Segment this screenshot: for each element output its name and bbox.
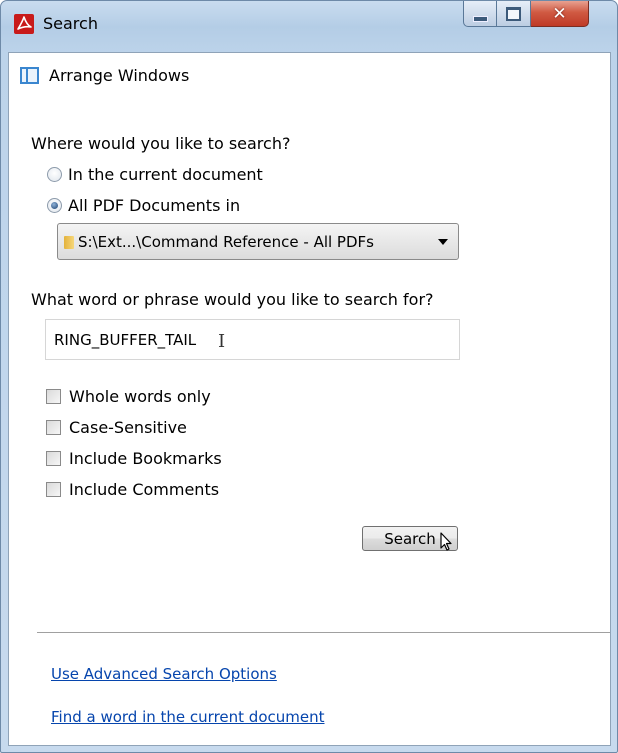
dialog-body: Arrange Windows Where would you like to … [8,52,611,746]
radio-all-pdf-documents[interactable] [47,198,62,213]
search-window: Search ✕ Arrange Windows Where would you… [0,0,618,753]
arrange-windows-icon[interactable] [20,67,39,84]
dropdown-arrow-icon [438,239,448,245]
maximize-button[interactable] [497,1,531,27]
folder-icon [64,236,74,249]
section-divider [37,632,610,633]
caption-buttons: ✕ [463,1,589,27]
advanced-search-link[interactable]: Use Advanced Search Options [51,665,277,683]
arrange-windows-label[interactable]: Arrange Windows [49,66,189,85]
acrobat-icon [14,14,34,34]
search-phrase-input[interactable] [45,319,460,360]
minimize-button[interactable] [463,1,497,27]
checkbox-include-comments-label[interactable]: Include Comments [69,480,219,499]
radio-current-document[interactable] [47,167,62,182]
close-button[interactable]: ✕ [531,1,589,27]
close-icon: ✕ [552,3,567,24]
checkbox-whole-words-label[interactable]: Whole words only [69,387,211,406]
checkbox-case-sensitive[interactable] [46,420,61,435]
title-bar[interactable]: Search ✕ [1,1,617,45]
checkbox-include-bookmarks[interactable] [46,451,61,466]
find-word-link[interactable]: Find a word in the current document [51,708,325,726]
window-title: Search [43,14,98,33]
maximize-icon [506,6,521,21]
mouse-pointer-icon [440,532,452,551]
radio-current-document-label[interactable]: In the current document [68,165,263,184]
checkbox-include-comments[interactable] [46,482,61,497]
phrase-question: What word or phrase would you like to se… [31,290,434,309]
minimize-icon [472,15,488,22]
checkbox-include-bookmarks-label[interactable]: Include Bookmarks [69,449,222,468]
where-question: Where would you like to search? [31,134,291,153]
location-dropdown[interactable]: S:\Ext...\Command Reference - All PDFs [57,223,459,260]
checkbox-case-sensitive-label[interactable]: Case-Sensitive [69,418,187,437]
checkbox-whole-words[interactable] [46,389,61,404]
radio-all-pdf-documents-label[interactable]: All PDF Documents in [68,196,240,215]
location-value: S:\Ext...\Command Reference - All PDFs [78,233,374,251]
text-cursor-icon: I [218,331,226,352]
